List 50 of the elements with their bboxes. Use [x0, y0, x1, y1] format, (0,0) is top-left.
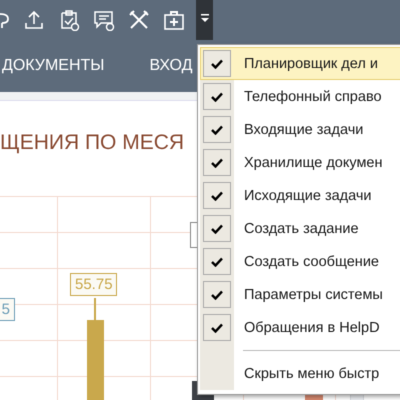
- first-aid-icon[interactable]: [163, 9, 185, 31]
- menu-item-label: Исходящие задачи: [244, 188, 372, 204]
- menu-item-label: Хранилище докумен: [244, 154, 382, 170]
- menu-item[interactable]: Планировщик дел и: [200, 47, 400, 80]
- check-icon: [211, 224, 223, 234]
- menu-item[interactable]: Входящие задачи: [200, 113, 400, 146]
- menu-item[interactable]: Исходящие задачи: [200, 179, 400, 212]
- menu-item[interactable]: Параметры системы: [200, 278, 400, 311]
- checkbox[interactable]: [203, 83, 231, 110]
- menu-item-label: Обращения в HelpD: [244, 320, 380, 336]
- menu-item-label: Создать сообщение: [244, 254, 379, 270]
- caret-icon: [200, 12, 210, 24]
- menu-item-label: Скрыть меню быстр: [244, 366, 380, 382]
- menu-item-label: Планировщик дел и: [244, 56, 378, 72]
- checkbox[interactable]: [203, 149, 231, 176]
- checkbox[interactable]: [203, 248, 231, 275]
- menu-item-label: Параметры системы: [244, 286, 383, 302]
- upload-icon[interactable]: [23, 9, 45, 31]
- check-icon: [211, 322, 223, 332]
- menu-item-label: Телефонный справо: [244, 88, 382, 104]
- check-icon: [211, 256, 223, 266]
- leader-line: [94, 298, 96, 320]
- checkbox[interactable]: [203, 50, 231, 77]
- tools-icon[interactable]: [128, 9, 150, 31]
- menu-item[interactable]: Создать задание: [200, 212, 400, 245]
- nav-tab[interactable]: ВХОД: [149, 57, 192, 75]
- data-label: 5: [0, 298, 15, 321]
- check-icon: [211, 58, 223, 68]
- check-icon: [211, 290, 223, 300]
- menu-item-label: Создать задание: [244, 220, 359, 236]
- check-icon: [211, 158, 223, 168]
- checkbox[interactable]: [203, 215, 231, 242]
- check-icon: [211, 190, 223, 200]
- check-icon: [211, 92, 223, 102]
- checkbox[interactable]: [203, 116, 231, 143]
- chat-add-icon[interactable]: [93, 9, 115, 31]
- data-label: 55.75: [70, 273, 117, 296]
- chart-title: ЩЕНИЯ ПО МЕСЯ: [0, 131, 184, 155]
- check-icon: [211, 124, 223, 134]
- checkbox[interactable]: [203, 314, 231, 341]
- menu-item[interactable]: Обращения в HelpD: [200, 311, 400, 344]
- menu-item[interactable]: Создать сообщение: [200, 245, 400, 278]
- menu-item[interactable]: Скрыть меню быстр: [200, 357, 400, 390]
- menu-item-label: Входящие задачи: [244, 122, 364, 138]
- menu-item[interactable]: Телефонный справо: [200, 80, 400, 113]
- quick-menu-toggle[interactable]: [196, 0, 213, 40]
- menu-item[interactable]: Хранилище докумен: [200, 146, 400, 179]
- nav-tab[interactable]: ДОКУМЕНТЫ: [2, 57, 104, 75]
- checkbox[interactable]: [203, 182, 231, 209]
- checkbox[interactable]: [203, 281, 231, 308]
